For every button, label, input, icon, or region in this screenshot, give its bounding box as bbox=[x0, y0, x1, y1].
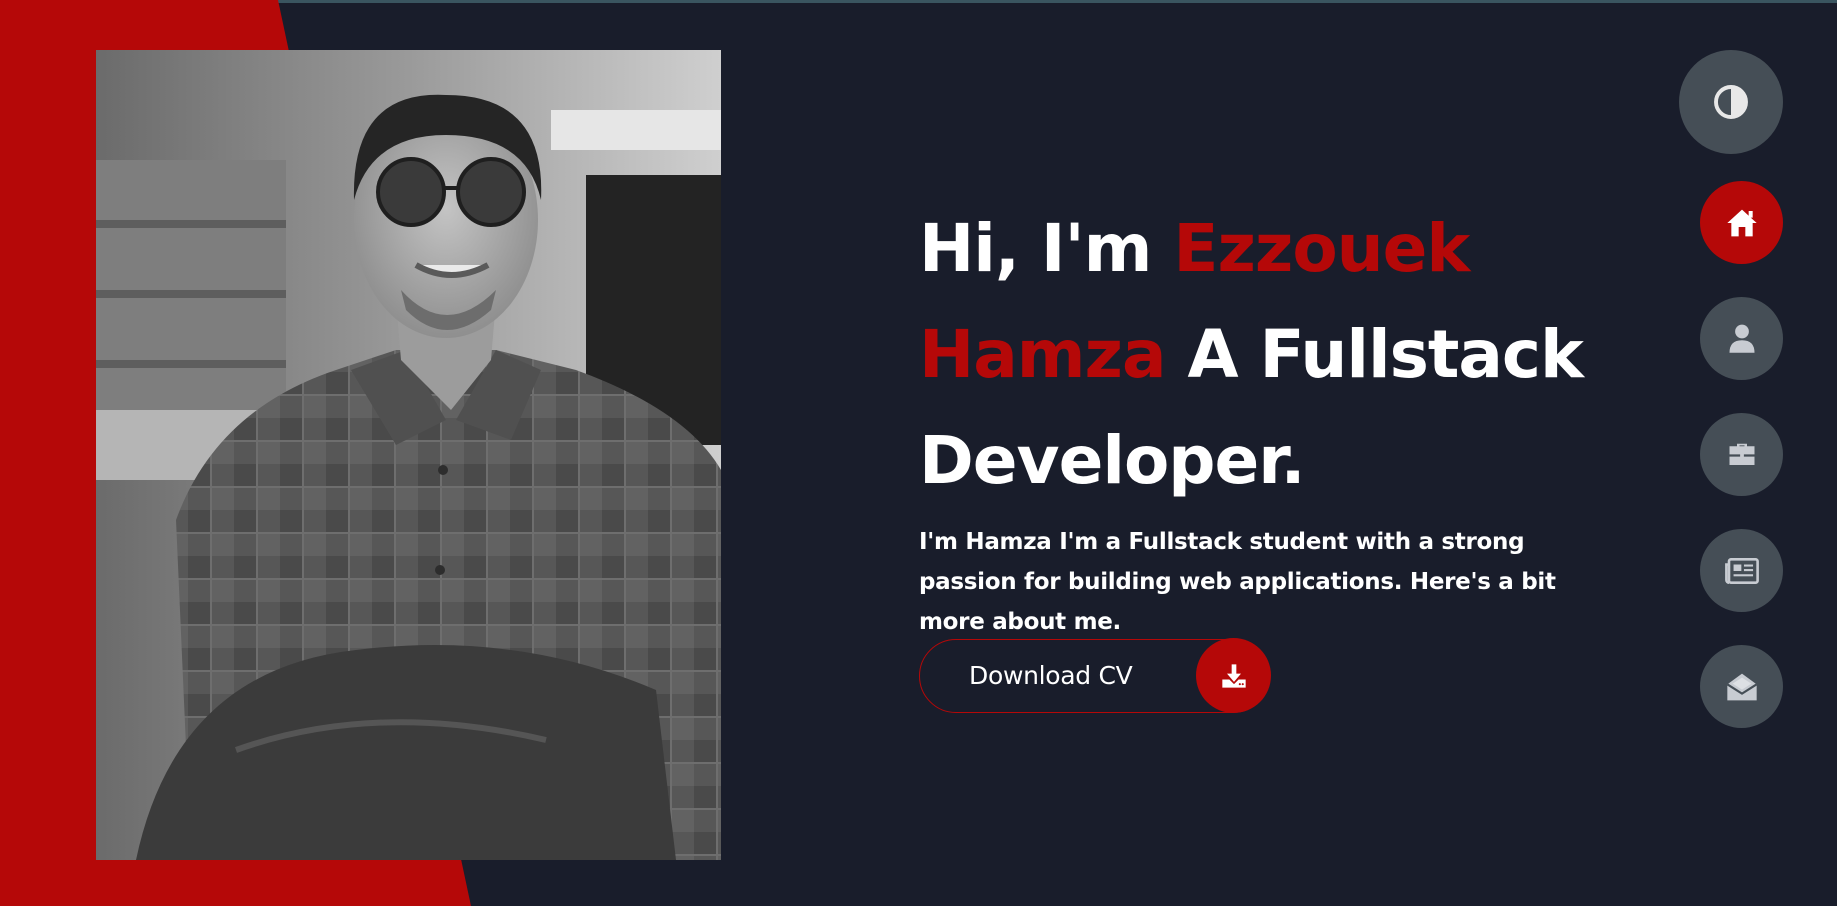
page: Hi, I'm Ezzouek Hamza A Fullstack Develo… bbox=[0, 0, 1837, 906]
headline-greeting: Hi, I'm bbox=[919, 210, 1174, 287]
contrast-icon bbox=[1714, 85, 1748, 119]
envelope-open-icon bbox=[1726, 673, 1757, 700]
nav-home-button[interactable] bbox=[1700, 181, 1783, 264]
hero-bio: I'm Hamza I'm a Fullstack student with a… bbox=[919, 529, 1556, 635]
hero-headline: Hi, I'm Ezzouek Hamza A Fullstack Develo… bbox=[919, 196, 1619, 514]
theme-toggle-button[interactable] bbox=[1679, 50, 1783, 154]
download-cv-button[interactable]: Download CV bbox=[919, 638, 1271, 713]
user-icon bbox=[1729, 324, 1754, 353]
download-icon bbox=[1196, 638, 1271, 713]
hero-section: Hi, I'm Ezzouek Hamza A Fullstack Develo… bbox=[919, 196, 1619, 642]
nav-contact-button[interactable] bbox=[1700, 645, 1783, 728]
nav-portfolio-button[interactable] bbox=[1700, 413, 1783, 496]
download-cv-label: Download CV bbox=[969, 661, 1133, 690]
newspaper-icon bbox=[1724, 557, 1759, 584]
profile-photo bbox=[96, 50, 721, 860]
nav-about-button[interactable] bbox=[1700, 297, 1783, 380]
briefcase-icon bbox=[1729, 443, 1754, 465]
nav-blog-button[interactable] bbox=[1700, 529, 1783, 612]
home-icon bbox=[1726, 209, 1757, 236]
